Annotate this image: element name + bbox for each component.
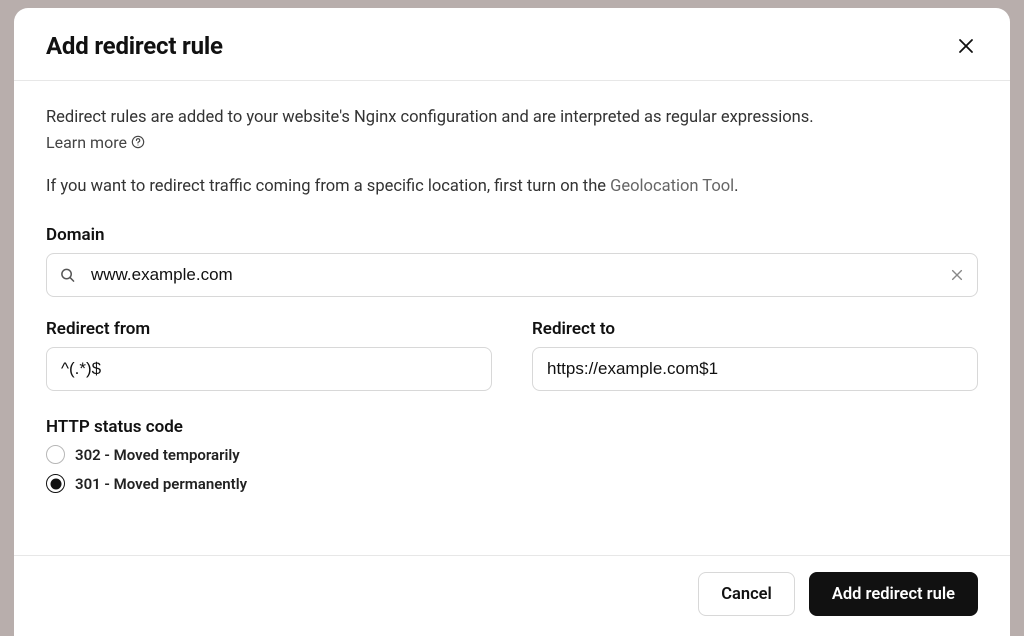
cancel-button[interactable]: Cancel [698,572,795,616]
domain-label: Domain [46,225,978,245]
http-status-group: HTTP status code 302 - Moved temporarily… [46,417,978,493]
search-icon [60,268,75,283]
modal-footer: Cancel Add redirect rule [14,555,1010,636]
learn-more-link[interactable]: Learn more [46,133,145,152]
redirect-to-group: Redirect to [532,319,978,391]
redirect-to-label: Redirect to [532,319,978,339]
submit-button[interactable]: Add redirect rule [809,572,978,616]
modal-title: Add redirect rule [46,32,223,60]
radio-label-301: 301 - Moved permanently [75,475,247,493]
radio-301[interactable]: 301 - Moved permanently [46,474,978,493]
domain-input[interactable] [46,253,978,297]
redirect-from-input[interactable] [46,347,492,391]
geolocation-tool-link[interactable]: Geolocation Tool [610,177,734,196]
modal-header: Add redirect rule [14,8,1010,81]
clear-domain-button[interactable] [950,268,964,282]
domain-group: Domain [46,225,978,297]
modal-body: Redirect rules are added to your website… [14,81,1010,555]
help-icon [131,135,145,149]
radio-302[interactable]: 302 - Moved temporarily [46,445,978,464]
radio-circle-302 [46,445,65,464]
add-redirect-modal: Add redirect rule Redirect rules are add… [14,8,1010,636]
http-status-radios: 302 - Moved temporarily 301 - Moved perm… [46,445,978,493]
radio-label-302: 302 - Moved temporarily [75,446,240,464]
redirect-from-group: Redirect from [46,319,492,391]
geolocation-text: If you want to redirect traffic coming f… [46,174,978,200]
close-button[interactable] [954,34,978,58]
radio-circle-301 [46,474,65,493]
close-icon [958,38,974,54]
geolocation-post: . [734,177,738,196]
http-status-label: HTTP status code [46,417,978,437]
geolocation-pre: If you want to redirect traffic coming f… [46,177,610,196]
learn-more-label: Learn more [46,133,127,152]
domain-input-wrapper [46,253,978,297]
redirect-row: Redirect from Redirect to [46,319,978,391]
description-text: Redirect rules are added to your website… [46,105,978,131]
redirect-to-input[interactable] [532,347,978,391]
redirect-from-label: Redirect from [46,319,492,339]
clear-icon [950,268,964,282]
